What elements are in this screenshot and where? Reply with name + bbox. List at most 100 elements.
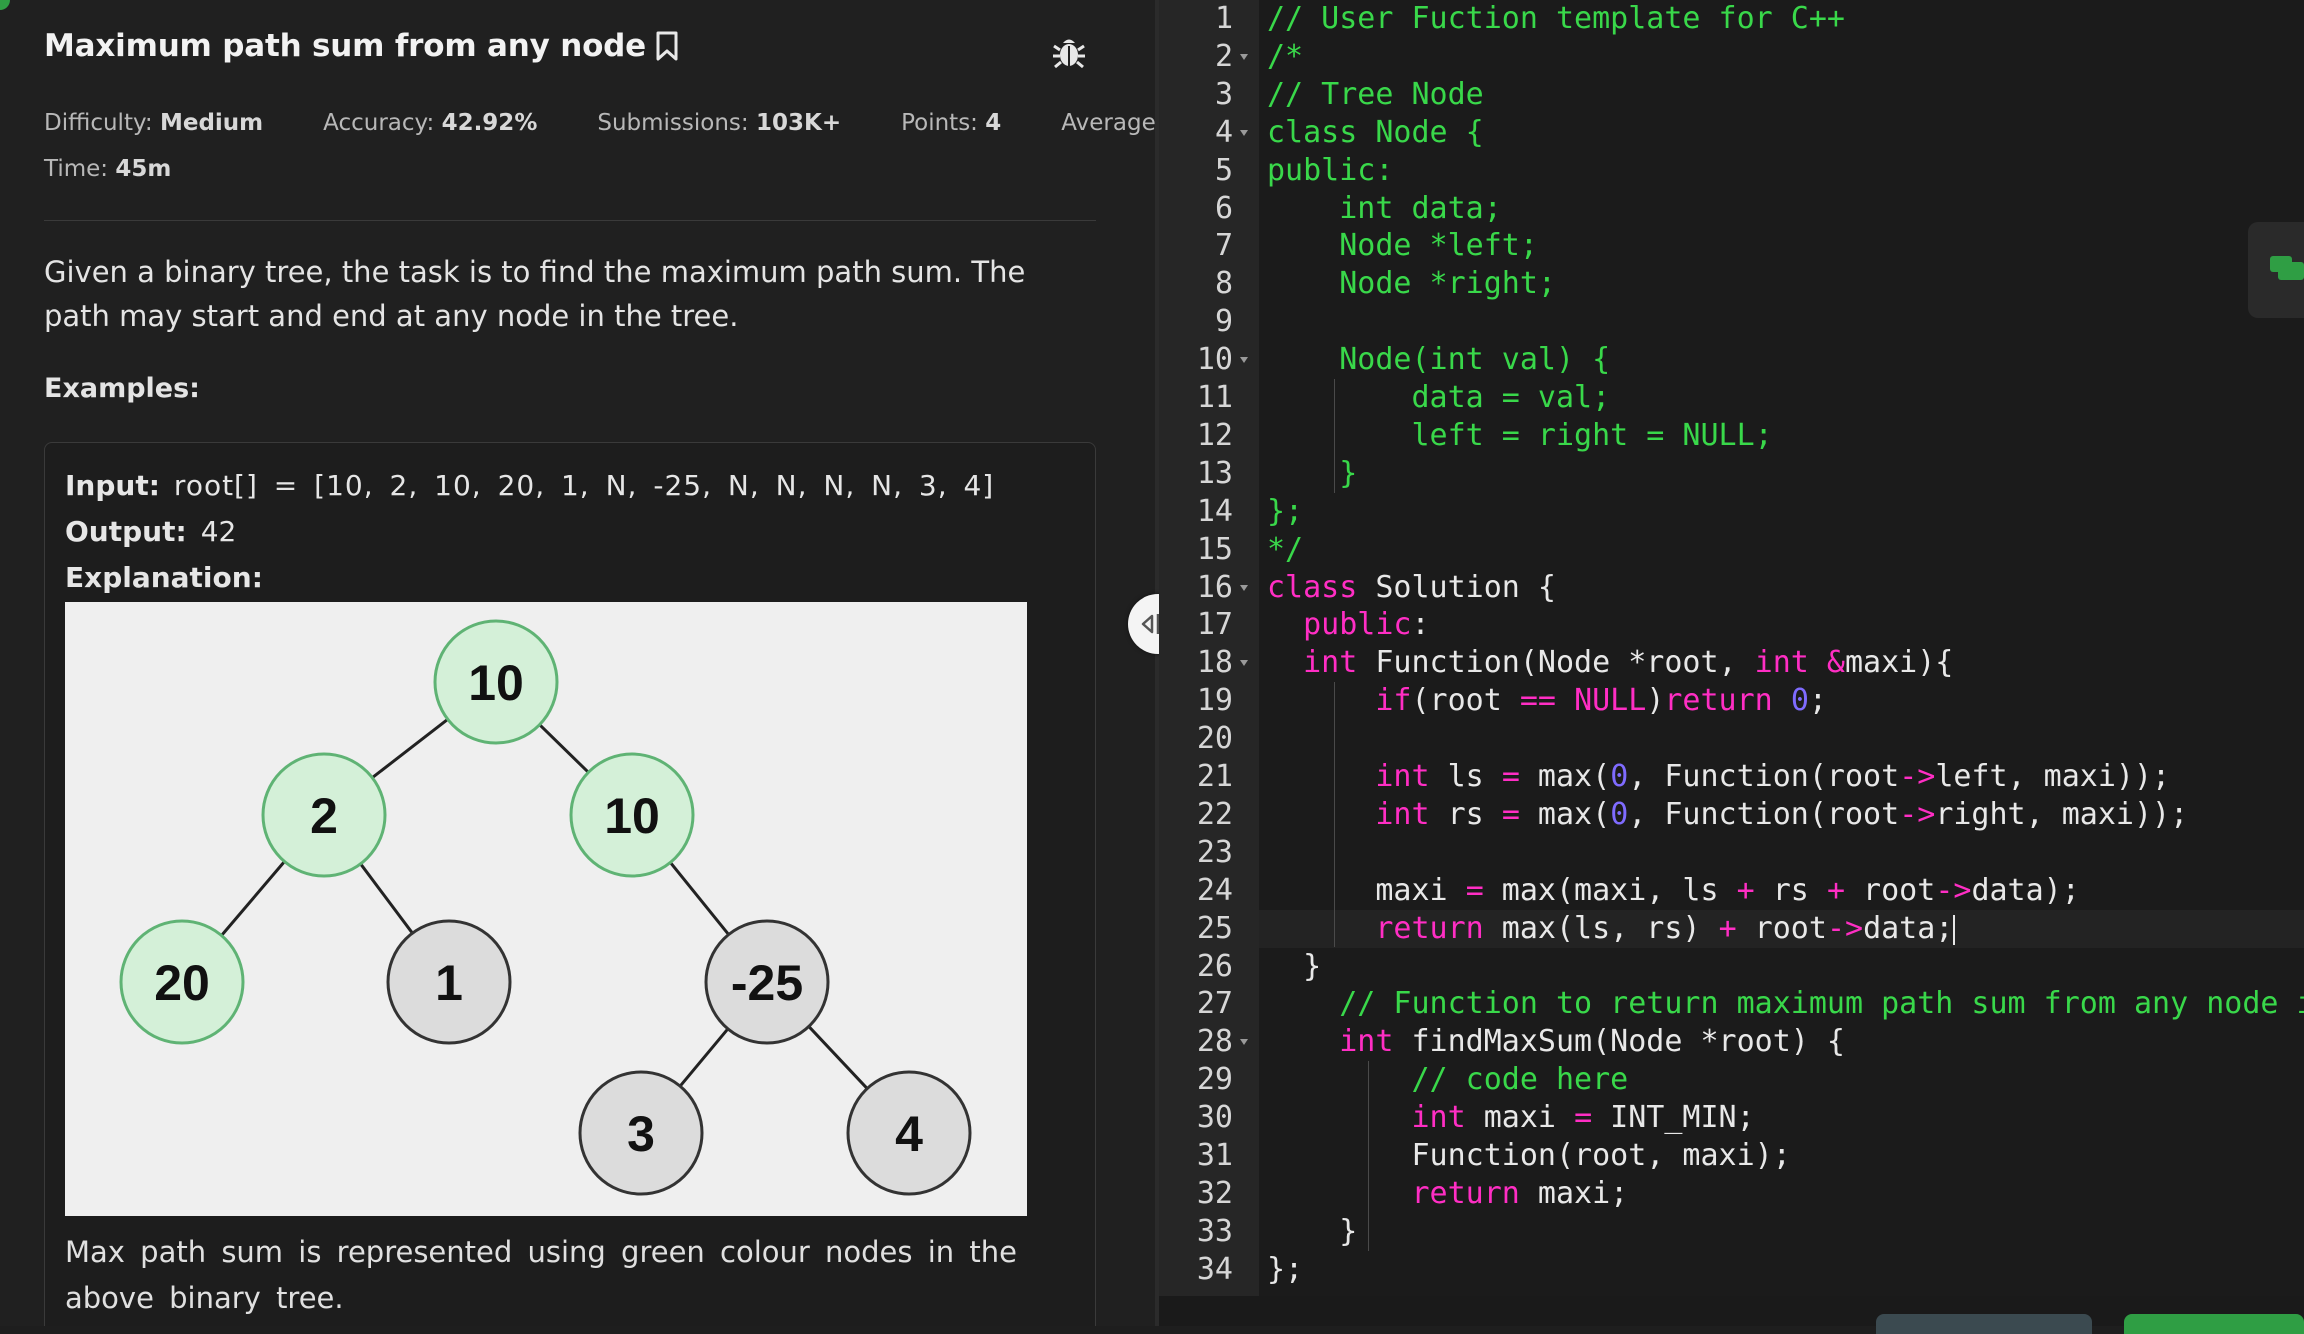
code-line[interactable]: class Solution { — [1267, 569, 1556, 607]
code-line[interactable]: return max(ls, rs) + root->data; — [1267, 910, 1956, 948]
line-number: 5 — [1214, 153, 1233, 188]
problem-description: Given a binary tree, the task is to find… — [44, 255, 1026, 333]
line-number-gutter: 1 2 3 4 5 6 7 8 9 10 11 12 13 14 15 16 17 18 19 20 21 22 23 24 2… — [1159, 0, 1259, 1296]
tree-node: 1 — [386, 919, 512, 1045]
difficulty-meta: Difficulty: Medium — [44, 110, 263, 136]
time-meta: Time: 45m — [44, 156, 171, 182]
tree-node-label: 3 — [627, 1106, 655, 1162]
code-editor[interactable]: 1 2 3 4 5 6 7 8 9 10 11 12 13 14 15 16 17 18 19 20 21 22 23 24 2… — [1159, 0, 2304, 1296]
code-line[interactable]: int data; — [1267, 190, 1502, 228]
indent-guide — [1368, 1061, 1369, 1251]
line-number: 30 — [1196, 1100, 1233, 1135]
tree-node: 10 — [569, 752, 695, 878]
code-line[interactable]: Node *left; — [1267, 227, 1538, 265]
line-number: 32 — [1196, 1176, 1233, 1211]
line-number: 9 — [1214, 304, 1233, 339]
code-line[interactable]: int Function(Node *root, int &maxi){ — [1267, 644, 1953, 682]
tree-edge — [669, 861, 730, 936]
side-panel-tab[interactable] — [2248, 222, 2304, 318]
line-number: 7 — [1214, 228, 1233, 263]
line-number: 25 — [1196, 911, 1233, 946]
fold-arrow-icon[interactable] — [1239, 569, 1251, 607]
tree-node: 20 — [119, 919, 245, 1045]
line-number: 27 — [1196, 986, 1233, 1021]
code-line[interactable]: if(root == NULL)return 0; — [1267, 682, 1827, 720]
code-line[interactable]: int findMaxSum(Node *root) { — [1267, 1023, 1845, 1061]
line-number: 8 — [1214, 266, 1233, 301]
code-line[interactable]: data = val; — [1267, 379, 1610, 417]
code-line[interactable]: maxi = max(maxi, ls + rs + root->data); — [1267, 872, 2079, 910]
line-number: 14 — [1196, 494, 1233, 529]
accuracy-label: Accuracy: — [323, 110, 435, 136]
code-line[interactable]: // code here — [1267, 1061, 1628, 1099]
average-time-label: Average — [1061, 110, 1156, 136]
code-line[interactable]: int ls = max(0, Function(root->left, max… — [1267, 758, 2170, 796]
code-line[interactable]: // Function to return maximum path sum f… — [1267, 985, 2304, 1023]
tree-svg: 10 2 10 20 1 -25 3 4 — [119, 619, 972, 1196]
line-number: 10 — [1196, 342, 1233, 377]
fold-arrow-icon[interactable] — [1239, 1023, 1251, 1061]
code-line[interactable]: Node *right; — [1267, 265, 1556, 303]
submissions-label: Submissions: — [597, 110, 749, 136]
explanation-label: Explanation: — [65, 561, 263, 594]
fold-arrow-icon[interactable] — [1239, 644, 1251, 682]
accuracy-value: 42.92% — [441, 110, 538, 136]
tree-edge — [538, 723, 590, 774]
points-meta: Points: 4 — [901, 110, 1001, 136]
example-caption: Max path sum is represented using green … — [65, 1235, 1017, 1315]
code-line[interactable]: }; — [1267, 1251, 1303, 1289]
tree-node: 4 — [846, 1070, 972, 1196]
input-value: root[] = [10, 2, 10, 20, 1, N, -25, N, N… — [173, 469, 995, 502]
line-number: 4 — [1214, 115, 1233, 150]
tree-edge — [678, 1027, 730, 1088]
code-line[interactable]: */ — [1267, 531, 1303, 569]
bookmark-icon[interactable] — [654, 30, 680, 62]
input-label: Input: — [65, 469, 160, 502]
code-line[interactable]: } — [1267, 1213, 1357, 1251]
points-label: Points: — [901, 110, 978, 136]
code-line[interactable]: public: — [1267, 606, 1429, 644]
tree-node-label: 20 — [154, 955, 210, 1011]
code-line[interactable]: // User Fuction template for C++ — [1267, 0, 1845, 38]
code-line[interactable]: } — [1267, 948, 1321, 986]
examples-heading: Examples: — [44, 373, 200, 404]
indent-guide — [1334, 682, 1335, 947]
code-line[interactable]: // Tree Node — [1267, 76, 1484, 114]
code-line[interactable]: int rs = max(0, Function(root->right, ma… — [1267, 796, 2188, 834]
code-line[interactable]: int maxi = INT_MIN; — [1267, 1099, 1755, 1137]
line-number: 13 — [1196, 456, 1233, 491]
code-line[interactable]: Function(root, maxi); — [1267, 1137, 1790, 1175]
submit-button[interactable] — [2124, 1314, 2304, 1334]
line-number: 16 — [1196, 570, 1233, 605]
line-number: 11 — [1196, 380, 1233, 415]
fold-arrow-icon[interactable] — [1239, 341, 1251, 379]
problem-title: Maximum path sum from any node — [44, 28, 680, 64]
line-number: 22 — [1196, 797, 1233, 832]
code-line[interactable]: } — [1267, 455, 1357, 493]
line-number: 34 — [1196, 1252, 1233, 1287]
line-number: 6 — [1214, 191, 1233, 226]
output-label: Output: — [65, 515, 187, 548]
line-number: 26 — [1196, 949, 1233, 984]
compile-run-button[interactable] — [1876, 1314, 2092, 1334]
tree-edge — [807, 1025, 869, 1090]
code-line[interactable]: left = right = NULL; — [1267, 417, 1772, 455]
line-number: 23 — [1196, 835, 1233, 870]
code-line[interactable]: public: — [1267, 152, 1393, 190]
example-box: Input: root[] = [10, 2, 10, 20, 1, N, -25… — [44, 442, 1096, 1326]
code-line[interactable]: }; — [1267, 493, 1303, 531]
line-number: 2 — [1214, 39, 1233, 74]
bug-icon[interactable] — [1052, 34, 1086, 74]
code-line[interactable]: class Node { — [1267, 114, 1484, 152]
fold-arrow-icon[interactable] — [1239, 38, 1251, 76]
fold-arrow-icon[interactable] — [1239, 114, 1251, 152]
code-line[interactable]: /* — [1267, 38, 1303, 76]
tree-node: 3 — [578, 1070, 704, 1196]
problem-title-text: Maximum path sum from any node — [44, 28, 646, 64]
tree-node-label: 10 — [604, 788, 660, 844]
code-line[interactable]: Node(int val) { — [1267, 341, 1610, 379]
code-line[interactable]: return maxi; — [1267, 1175, 1629, 1213]
tree-node-label: -25 — [731, 955, 803, 1011]
indent-guide — [1334, 379, 1335, 493]
line-number: 19 — [1196, 683, 1233, 718]
